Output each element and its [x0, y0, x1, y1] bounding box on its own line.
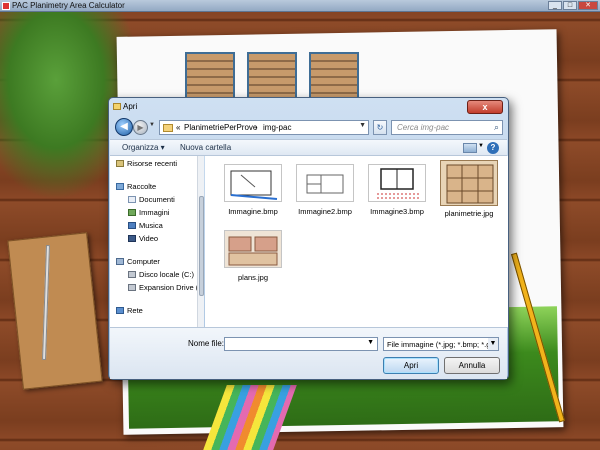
nav-item-expansion-drive[interactable]: Expansion Drive ( — [128, 283, 198, 292]
dialog-bottom-panel: Nome file: ▼ File immagine (*.jpg; *.bmp… — [110, 327, 507, 379]
documents-icon — [128, 196, 136, 203]
filename-label: Nome file: — [188, 339, 225, 348]
change-view-icon[interactable] — [463, 143, 477, 153]
folder-icon — [163, 124, 173, 132]
pictures-icon — [128, 209, 136, 216]
breadcrumb-separator[interactable]: › — [255, 123, 258, 132]
nav-item-recent[interactable]: Risorse recenti — [116, 159, 177, 168]
file-thumbnail — [296, 164, 354, 202]
close-window-button[interactable]: ✕ — [578, 1, 598, 10]
nav-item-music[interactable]: Musica — [128, 221, 163, 230]
open-file-dialog: Apri x ◀ ▶ ▼ « PlanimetriePerProve › img… — [108, 97, 509, 380]
navigation-scrollbar[interactable] — [197, 156, 204, 327]
app-icon — [2, 2, 10, 10]
file-thumbnail — [224, 230, 282, 268]
search-input[interactable]: Cerca img-pac ⌕ — [391, 120, 503, 135]
history-dropdown-icon[interactable]: ▼ — [149, 122, 155, 128]
file-item[interactable]: planimetrie.jpg — [433, 160, 505, 218]
nav-item-computer[interactable]: Computer — [116, 257, 160, 266]
back-button[interactable]: ◀ — [115, 118, 133, 136]
open-button[interactable]: Apri — [383, 357, 439, 374]
help-button[interactable]: ? — [487, 142, 499, 154]
search-placeholder: Cerca img-pac — [397, 123, 450, 132]
address-dropdown-icon[interactable]: ▼ — [359, 122, 366, 129]
file-name: Immagine2.bmp — [298, 207, 352, 216]
file-name: plans.jpg — [237, 273, 269, 282]
address-bar[interactable]: « PlanimetriePerProve › img-pac ▼ — [159, 120, 369, 135]
drive-icon — [128, 271, 136, 278]
nav-item-video[interactable]: Video — [128, 234, 158, 243]
file-list: Immagine.bmp Immagine2.bmp Immagine3.bmp… — [205, 156, 508, 327]
file-thumbnail — [224, 164, 282, 202]
network-icon — [116, 307, 124, 314]
breadcrumb-planimetrieperprove[interactable]: PlanimetriePerProve — [184, 123, 257, 132]
file-type-dropdown-icon[interactable]: ▼ — [488, 338, 498, 350]
computer-icon — [116, 258, 124, 265]
file-type-value: File immagine (*.jpg; *.bmp; *.g — [387, 340, 491, 349]
file-name: Immagine3.bmp — [370, 207, 424, 216]
libraries-icon — [116, 183, 124, 190]
filename-input[interactable]: ▼ — [224, 337, 378, 351]
file-item[interactable]: Immagine2.bmp — [289, 164, 361, 216]
drive-icon — [128, 284, 136, 291]
dialog-icon — [113, 103, 121, 110]
view-dropdown-icon[interactable]: ▼ — [478, 143, 484, 149]
breadcrumb-img-pac[interactable]: img-pac — [263, 123, 291, 132]
file-thumbnail — [368, 164, 426, 202]
maximize-button[interactable]: □ — [563, 1, 577, 10]
nav-item-network[interactable]: Rete — [116, 306, 143, 315]
music-icon — [128, 222, 136, 229]
app-title: PAC Planimetry Area Calculator — [12, 1, 125, 10]
navigation-bar: ◀ ▶ ▼ « PlanimetriePerProve › img-pac ▼ … — [115, 118, 503, 136]
file-type-select[interactable]: File immagine (*.jpg; *.bmp; *.g ▼ — [383, 337, 499, 351]
recent-places-icon — [116, 160, 124, 167]
refresh-button[interactable]: ↻ — [373, 120, 387, 135]
window-controls: _ □ ✕ — [548, 1, 598, 10]
new-folder-button[interactable]: Nuova cartella — [180, 143, 231, 152]
file-item[interactable]: plans.jpg — [217, 230, 289, 282]
cancel-button[interactable]: Annulla — [444, 357, 500, 374]
organize-button[interactable]: Organizza ▾ — [122, 143, 165, 152]
minimize-button[interactable]: _ — [548, 1, 562, 10]
file-thumbnail — [440, 160, 498, 206]
video-icon — [128, 235, 136, 242]
dialog-close-button[interactable]: x — [467, 100, 503, 114]
nav-item-pictures[interactable]: Immagini — [128, 208, 169, 217]
nav-item-local-disk[interactable]: Disco locale (C:) — [128, 270, 194, 279]
nav-item-libraries[interactable]: Raccolte — [116, 182, 156, 191]
file-name: Immagine.bmp — [228, 207, 278, 216]
filename-dropdown-icon[interactable]: ▼ — [367, 339, 374, 346]
address-prefix[interactable]: « — [176, 123, 180, 132]
file-item[interactable]: Immagine3.bmp — [361, 164, 433, 216]
file-item[interactable]: Immagine.bmp — [217, 164, 289, 216]
dialog-toolbar: Organizza ▾ Nuova cartella ▼ ? — [110, 139, 507, 156]
navigation-pane: Risorse recenti Raccolte Documenti Immag… — [110, 156, 199, 327]
search-icon: ⌕ — [493, 122, 499, 132]
app-title-bar: PAC Planimetry Area Calculator _ □ ✕ — [0, 0, 600, 12]
nav-item-documents[interactable]: Documenti — [128, 195, 175, 204]
dialog-title: Apri — [123, 102, 138, 111]
notebook-decoration — [7, 232, 103, 390]
forward-button[interactable]: ▶ — [133, 120, 148, 135]
scrollbar-thumb[interactable] — [199, 196, 204, 296]
file-name: planimetrie.jpg — [444, 209, 494, 218]
